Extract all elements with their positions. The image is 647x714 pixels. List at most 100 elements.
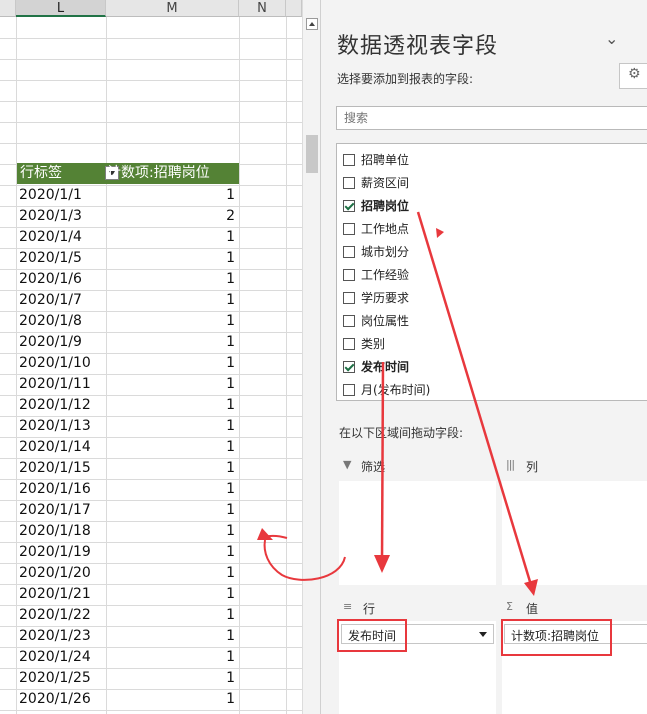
tools-button[interactable]: ⚙: [619, 63, 647, 89]
pivot-row-count[interactable]: 1: [108, 185, 235, 206]
col-header-m[interactable]: M: [106, 0, 239, 17]
vertical-scrollbar[interactable]: [302, 0, 320, 714]
pivot-row-date[interactable]: 2020/1/25: [19, 668, 91, 689]
grid-line: [0, 101, 302, 102]
field-checkbox[interactable]: [343, 292, 355, 304]
pivot-row-date[interactable]: 2020/1/1: [19, 185, 82, 206]
pivot-row-date[interactable]: 2020/1/26: [19, 689, 91, 710]
rows-field-chip[interactable]: 发布时间: [341, 624, 494, 644]
col-header-o[interactable]: [286, 0, 302, 17]
pivot-row-date[interactable]: 2020/1/11: [19, 374, 91, 395]
pivot-row-date[interactable]: 2020/1/13: [19, 416, 91, 437]
pivot-row-date[interactable]: 2020/1/22: [19, 605, 91, 626]
col-header-k[interactable]: [0, 0, 16, 17]
field-list[interactable]: 招聘单位 薪资区间 招聘岗位 工作地点 城市划分 工作经验 学历要求 岗位属性: [336, 143, 647, 401]
columns-area[interactable]: ||| 列: [502, 455, 647, 589]
pivot-row-date[interactable]: 2020/1/8: [19, 311, 82, 332]
values-area[interactable]: Σ 值 计数项:招聘岗位: [502, 597, 647, 714]
pivot-row-date[interactable]: 2020/1/16: [19, 479, 91, 500]
pivot-row-date[interactable]: 2020/1/5: [19, 248, 82, 269]
pivot-row-count[interactable]: 1: [108, 290, 235, 311]
rows-area-title: 行: [363, 602, 376, 616]
pivot-row-count[interactable]: 1: [108, 269, 235, 290]
pivot-row-date[interactable]: 2020/1/14: [19, 437, 91, 458]
pivot-row-date[interactable]: 2020/1/23: [19, 626, 91, 647]
field-label: 月(发布时间): [361, 383, 431, 397]
pivot-row-date[interactable]: 2020/1/20: [19, 563, 91, 584]
pivot-row-date[interactable]: 2020/1/18: [19, 521, 91, 542]
values-field-chip-label: 计数项:招聘岗位: [511, 629, 600, 643]
spreadsheet-grid[interactable]: L M N 行标签 计数项:招聘岗位 2020/1/1 1 2020/1/3 2…: [0, 0, 302, 714]
pivot-row-count[interactable]: 1: [108, 689, 235, 710]
pivot-row-date[interactable]: 2020/1/7: [19, 290, 82, 311]
pivot-row-date[interactable]: 2020/1/17: [19, 500, 91, 521]
pivot-row-count[interactable]: 2: [108, 206, 235, 227]
filter-drop-zone[interactable]: [339, 481, 496, 585]
col-header-n[interactable]: N: [239, 0, 286, 17]
scrollbar-thumb[interactable]: [306, 135, 318, 173]
value-header[interactable]: 计数项:招聘岗位: [107, 163, 210, 184]
filter-area-title: 筛选: [361, 460, 386, 474]
pivot-row-count[interactable]: 1: [108, 605, 235, 626]
pivot-row-date[interactable]: 2020/1/10: [19, 353, 91, 374]
field-checkbox[interactable]: [343, 154, 355, 166]
rows-icon: ≡: [343, 600, 353, 613]
columns-drop-zone[interactable]: [502, 481, 647, 585]
pivot-row-count[interactable]: 1: [108, 563, 235, 584]
field-checkbox-checked[interactable]: [343, 200, 355, 212]
pivot-row-date[interactable]: 2020/1/12: [19, 395, 91, 416]
field-checkbox[interactable]: [343, 384, 355, 396]
pivot-row-count[interactable]: 1: [108, 668, 235, 689]
field-checkbox[interactable]: [343, 315, 355, 327]
pivot-row-count[interactable]: 1: [108, 311, 235, 332]
pivot-row-count[interactable]: 1: [108, 626, 235, 647]
col-header-l[interactable]: L: [16, 0, 106, 17]
pivot-row-date[interactable]: 2020/1/15: [19, 458, 91, 479]
pivot-row-count[interactable]: 1: [108, 395, 235, 416]
pivot-row-count[interactable]: 1: [108, 248, 235, 269]
pivot-row-count[interactable]: 1: [108, 353, 235, 374]
values-drop-zone[interactable]: 计数项:招聘岗位: [502, 621, 647, 714]
values-field-chip[interactable]: 计数项:招聘岗位: [504, 624, 647, 644]
pivot-row-date[interactable]: 2020/1/3: [19, 206, 82, 227]
values-area-title: 值: [526, 602, 539, 616]
field-label: 岗位属性: [361, 314, 410, 328]
pivot-row-date[interactable]: 2020/1/24: [19, 647, 91, 668]
field-checkbox[interactable]: [343, 246, 355, 258]
pivot-row-date[interactable]: 2020/1/4: [19, 227, 82, 248]
sigma-icon: Σ: [506, 600, 513, 613]
rows-area[interactable]: ≡ 行 发布时间: [339, 597, 496, 714]
row-label-header[interactable]: 行标签: [20, 163, 62, 184]
field-checkbox[interactable]: [343, 223, 355, 235]
pivot-row-count[interactable]: 1: [108, 479, 235, 500]
field-checkbox-checked[interactable]: [343, 361, 355, 373]
pivot-row-count[interactable]: 1: [108, 332, 235, 353]
pivot-row-count[interactable]: 1: [108, 542, 235, 563]
pivot-row-count[interactable]: 1: [108, 374, 235, 395]
scroll-up-arrow-icon[interactable]: [306, 18, 318, 30]
pivot-row-count[interactable]: 1: [108, 584, 235, 605]
columns-icon: |||: [506, 458, 515, 471]
pivot-row-count[interactable]: 1: [108, 416, 235, 437]
pivot-row-count[interactable]: 1: [108, 437, 235, 458]
field-checkbox[interactable]: [343, 269, 355, 281]
field-checkbox[interactable]: [343, 177, 355, 189]
pivot-row-count[interactable]: 1: [108, 647, 235, 668]
pivot-row-count[interactable]: 1: [108, 500, 235, 521]
pane-options-chevron-icon[interactable]: ⌄: [605, 29, 618, 48]
field-label: 工作地点: [361, 222, 410, 236]
pivot-row-date[interactable]: 2020/1/19: [19, 542, 91, 563]
gear-icon: ⚙: [628, 66, 641, 82]
pivot-field-pane: 数据透视表字段 ⌄ 选择要添加到报表的字段: ⚙ 招聘单位 薪资区间 招聘岗位 …: [320, 0, 647, 714]
filter-area[interactable]: ▼ 筛选: [339, 455, 496, 589]
pivot-row-date[interactable]: 2020/1/21: [19, 584, 91, 605]
rows-drop-zone[interactable]: 发布时间: [339, 621, 496, 714]
field-search-input[interactable]: [336, 106, 647, 130]
pivot-row-date[interactable]: 2020/1/9: [19, 332, 82, 353]
pivot-row-date[interactable]: 2020/1/6: [19, 269, 82, 290]
pivot-row-count[interactable]: 1: [108, 458, 235, 479]
field-checkbox[interactable]: [343, 338, 355, 350]
pivot-row-count[interactable]: 1: [108, 521, 235, 542]
chip-dropdown-arrow-icon[interactable]: [479, 632, 487, 637]
pivot-row-count[interactable]: 1: [108, 227, 235, 248]
